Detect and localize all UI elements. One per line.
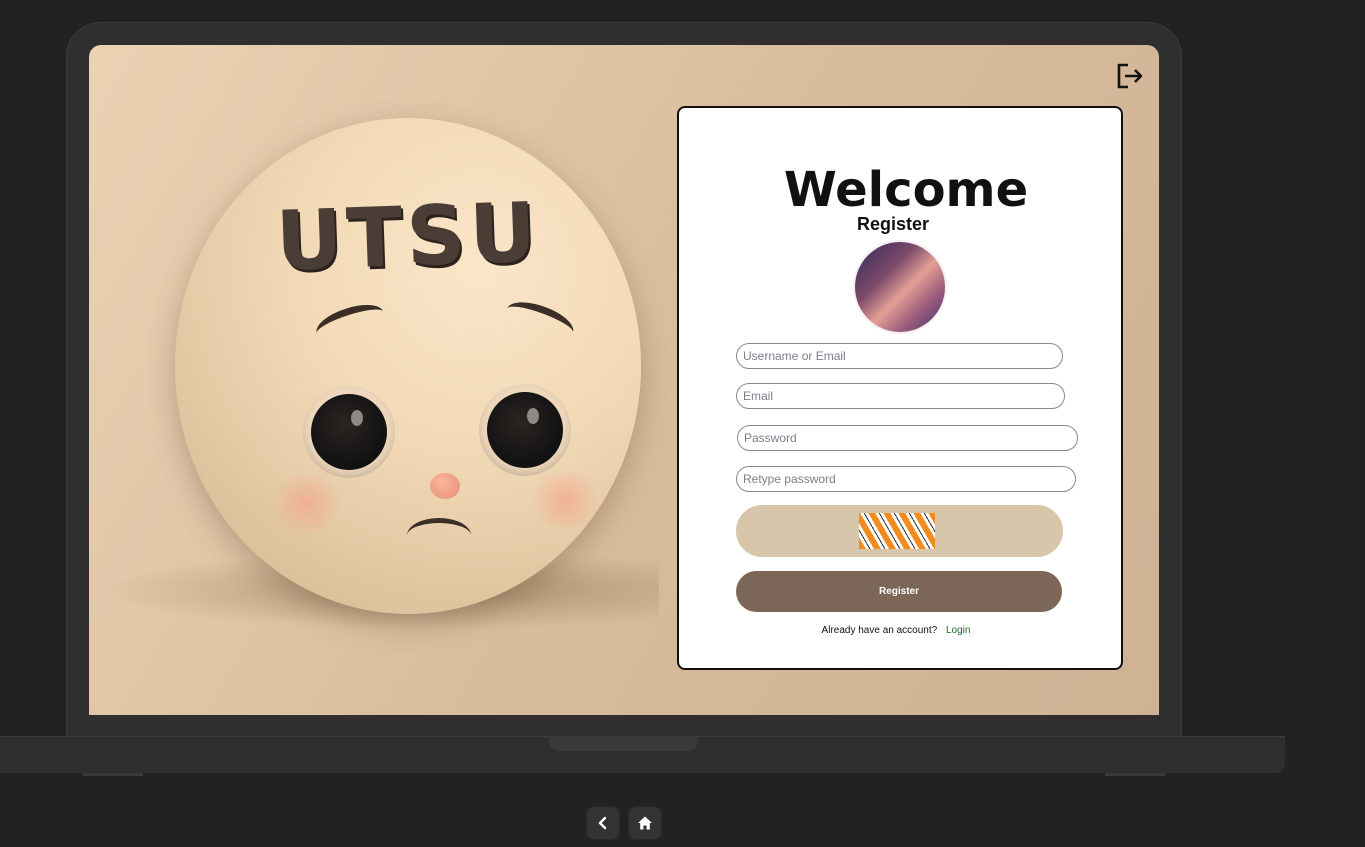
hero-illustration: UTSU (89, 45, 679, 715)
page-title: Welcome (783, 162, 1029, 218)
right-eyebrow (502, 294, 578, 347)
app-screen: UTSU Welcome Register Register (89, 45, 1159, 715)
laptop-base (0, 736, 1285, 773)
login-prompt-line: Already have an account? Login (675, 625, 1117, 636)
ball-text: UTSU (274, 185, 542, 290)
logout-icon[interactable] (1116, 63, 1144, 89)
login-link[interactable]: Login (946, 625, 970, 636)
avatar[interactable] (855, 242, 945, 332)
sad-face-ball: UTSU (175, 118, 641, 614)
captcha-image (859, 513, 935, 549)
register-button[interactable]: Register (736, 571, 1062, 612)
laptop-notch (549, 736, 698, 751)
left-eyebrow (312, 297, 388, 348)
register-card: Welcome Register Register Already have a… (677, 106, 1123, 670)
left-eye (303, 386, 395, 478)
left-cheek (267, 476, 347, 531)
back-button[interactable] (587, 807, 619, 839)
right-eye (479, 384, 571, 476)
login-prompt-text: Already have an account? (821, 625, 938, 636)
chevron-left-icon (598, 816, 607, 830)
captcha-box[interactable] (736, 505, 1063, 557)
frown-mouth (407, 518, 471, 553)
laptop-foot (1105, 773, 1165, 776)
retype-password-input[interactable] (736, 466, 1076, 492)
laptop-foot (83, 773, 143, 776)
right-cheek (525, 473, 605, 528)
nose (430, 473, 460, 499)
page-subtitle: Register (856, 214, 930, 234)
email-input[interactable] (736, 383, 1065, 409)
home-icon (638, 816, 652, 830)
username-input[interactable] (736, 343, 1063, 369)
password-input[interactable] (737, 425, 1078, 451)
home-button[interactable] (629, 807, 661, 839)
